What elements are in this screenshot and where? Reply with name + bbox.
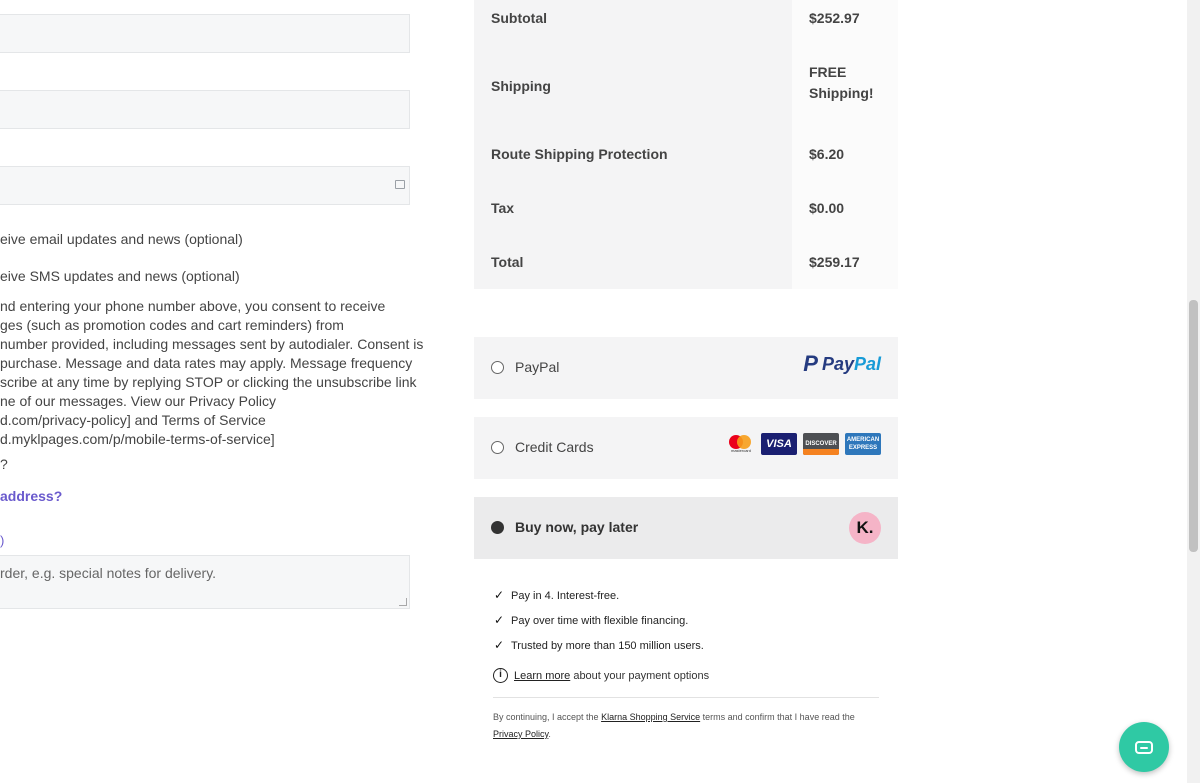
route-protection-value: $6.20	[809, 146, 845, 162]
klarna-logo-icon: K.	[849, 512, 881, 544]
totals-label-column	[474, 0, 792, 289]
order-notes-placeholder: rder, e.g. special notes for delivery.	[0, 565, 217, 581]
mastercard-label: mastercard	[730, 448, 751, 453]
consent-line: scribe at any time by replying STOP or c…	[0, 374, 417, 390]
klarna-benefit: ✓ Pay in 4. Interest-free.	[494, 588, 619, 602]
consent-line: purchase. Message and data rates may app…	[0, 355, 413, 371]
contact-card-icon	[395, 180, 405, 189]
legal-prefix: By continuing, I accept the	[493, 712, 602, 722]
shipping-value-line-1: FREE	[809, 64, 847, 80]
sms-optin-label[interactable]: eive SMS updates and news (optional)	[0, 268, 240, 284]
paypal-p-icon: P	[803, 351, 818, 376]
check-icon: ✓	[494, 613, 505, 627]
totals-value-column	[792, 0, 898, 289]
consent-line: d.com/privacy-policy] and Terms of Servi…	[0, 412, 266, 428]
learn-more-link[interactable]: Learn more	[514, 670, 570, 682]
card-logos: mastercard VISA DISCOVER AMERICAN EXPRES…	[727, 433, 881, 455]
order-notes-textarea[interactable]: rder, e.g. special notes for delivery.	[0, 555, 410, 609]
form-input-1[interactable]	[0, 14, 410, 53]
question-text: ?	[0, 456, 8, 472]
tax-value: $0.00	[809, 200, 845, 216]
discover-icon: DISCOVER	[803, 433, 839, 455]
consent-line: d.myklpages.com/p/mobile-terms-of-servic…	[0, 431, 275, 447]
visa-icon: VISA	[761, 433, 797, 455]
legal-suffix: .	[548, 729, 551, 739]
consent-line: ges (such as promotion codes and cart re…	[0, 317, 344, 333]
route-protection-label: Route Shipping Protection	[491, 146, 668, 162]
benefit-text: Trusted by more than 150 million users.	[511, 640, 704, 652]
consent-line: ne of our messages. View our Privacy Pol…	[0, 393, 276, 409]
info-icon: i	[493, 668, 508, 683]
paypal-logo-icon: P Pay Pal	[803, 351, 881, 376]
payment-option-credit-cards[interactable]: Credit Cards mastercard VISA DISCOVER AM…	[474, 417, 898, 479]
klarna-benefit: ✓ Pay over time with flexible financing.	[494, 613, 688, 627]
mastercard-icon: mastercard	[727, 433, 755, 455]
subtotal-value: $252.97	[809, 10, 860, 26]
credit-cards-label: Credit Cards	[515, 439, 594, 455]
consent-line: nd entering your phone number above, you…	[0, 298, 386, 314]
check-icon: ✓	[494, 588, 505, 602]
klarna-label: Buy now, pay later	[515, 519, 639, 535]
consent-line: number provided, including messages sent…	[0, 336, 424, 352]
klarna-legal-text: By continuing, I accept the Klarna Shopp…	[493, 709, 873, 743]
learn-more-row: i Learn more about your payment options	[493, 668, 709, 683]
tax-label: Tax	[491, 200, 515, 216]
shipping-label: Shipping	[491, 78, 551, 94]
phone-input[interactable]	[0, 166, 410, 205]
credit-cards-radio[interactable]	[491, 441, 504, 454]
form-input-2[interactable]	[0, 90, 410, 129]
payment-option-paypal[interactable]: PayPal P Pay Pal	[474, 337, 898, 399]
privacy-policy-link[interactable]: Privacy Policy	[493, 729, 548, 739]
payment-option-klarna[interactable]: Buy now, pay later K.	[474, 497, 898, 559]
legal-middle: terms and confirm that I have read the	[700, 712, 855, 722]
learn-more-suffix: about your payment options	[570, 669, 710, 682]
total-value: $259.17	[809, 254, 860, 270]
benefit-text: Pay over time with flexible financing.	[511, 615, 689, 627]
total-label: Total	[491, 254, 524, 270]
paypal-logo-text-a: Pay	[821, 353, 854, 374]
resize-handle-icon[interactable]	[399, 598, 407, 606]
shipping-value-line-2: Shipping!	[809, 85, 874, 101]
paypal-radio[interactable]	[491, 361, 504, 374]
check-icon: ✓	[494, 638, 505, 652]
benefit-text: Pay in 4. Interest-free.	[511, 590, 620, 602]
klarna-shopping-service-link[interactable]: Klarna Shopping Service	[601, 712, 700, 722]
email-optin-label[interactable]: eive email updates and news (optional)	[0, 231, 243, 247]
optional-label-fragment: )	[0, 533, 5, 548]
subtotal-label: Subtotal	[491, 10, 547, 26]
chat-launcher-button[interactable]	[1119, 722, 1169, 772]
scrollbar-thumb[interactable]	[1189, 300, 1198, 552]
chat-bubble-icon	[1135, 740, 1153, 754]
sms-consent-text: nd entering your phone number above, you…	[0, 297, 424, 449]
paypal-label: PayPal	[515, 359, 560, 375]
different-address-link[interactable]: address?	[0, 488, 62, 504]
paypal-logo-text-b: Pal	[853, 353, 881, 374]
klarna-benefit: ✓ Trusted by more than 150 million users.	[494, 638, 704, 652]
klarna-radio[interactable]	[491, 521, 504, 534]
amex-icon: AMERICAN EXPRESS	[845, 433, 881, 455]
divider	[493, 697, 879, 698]
